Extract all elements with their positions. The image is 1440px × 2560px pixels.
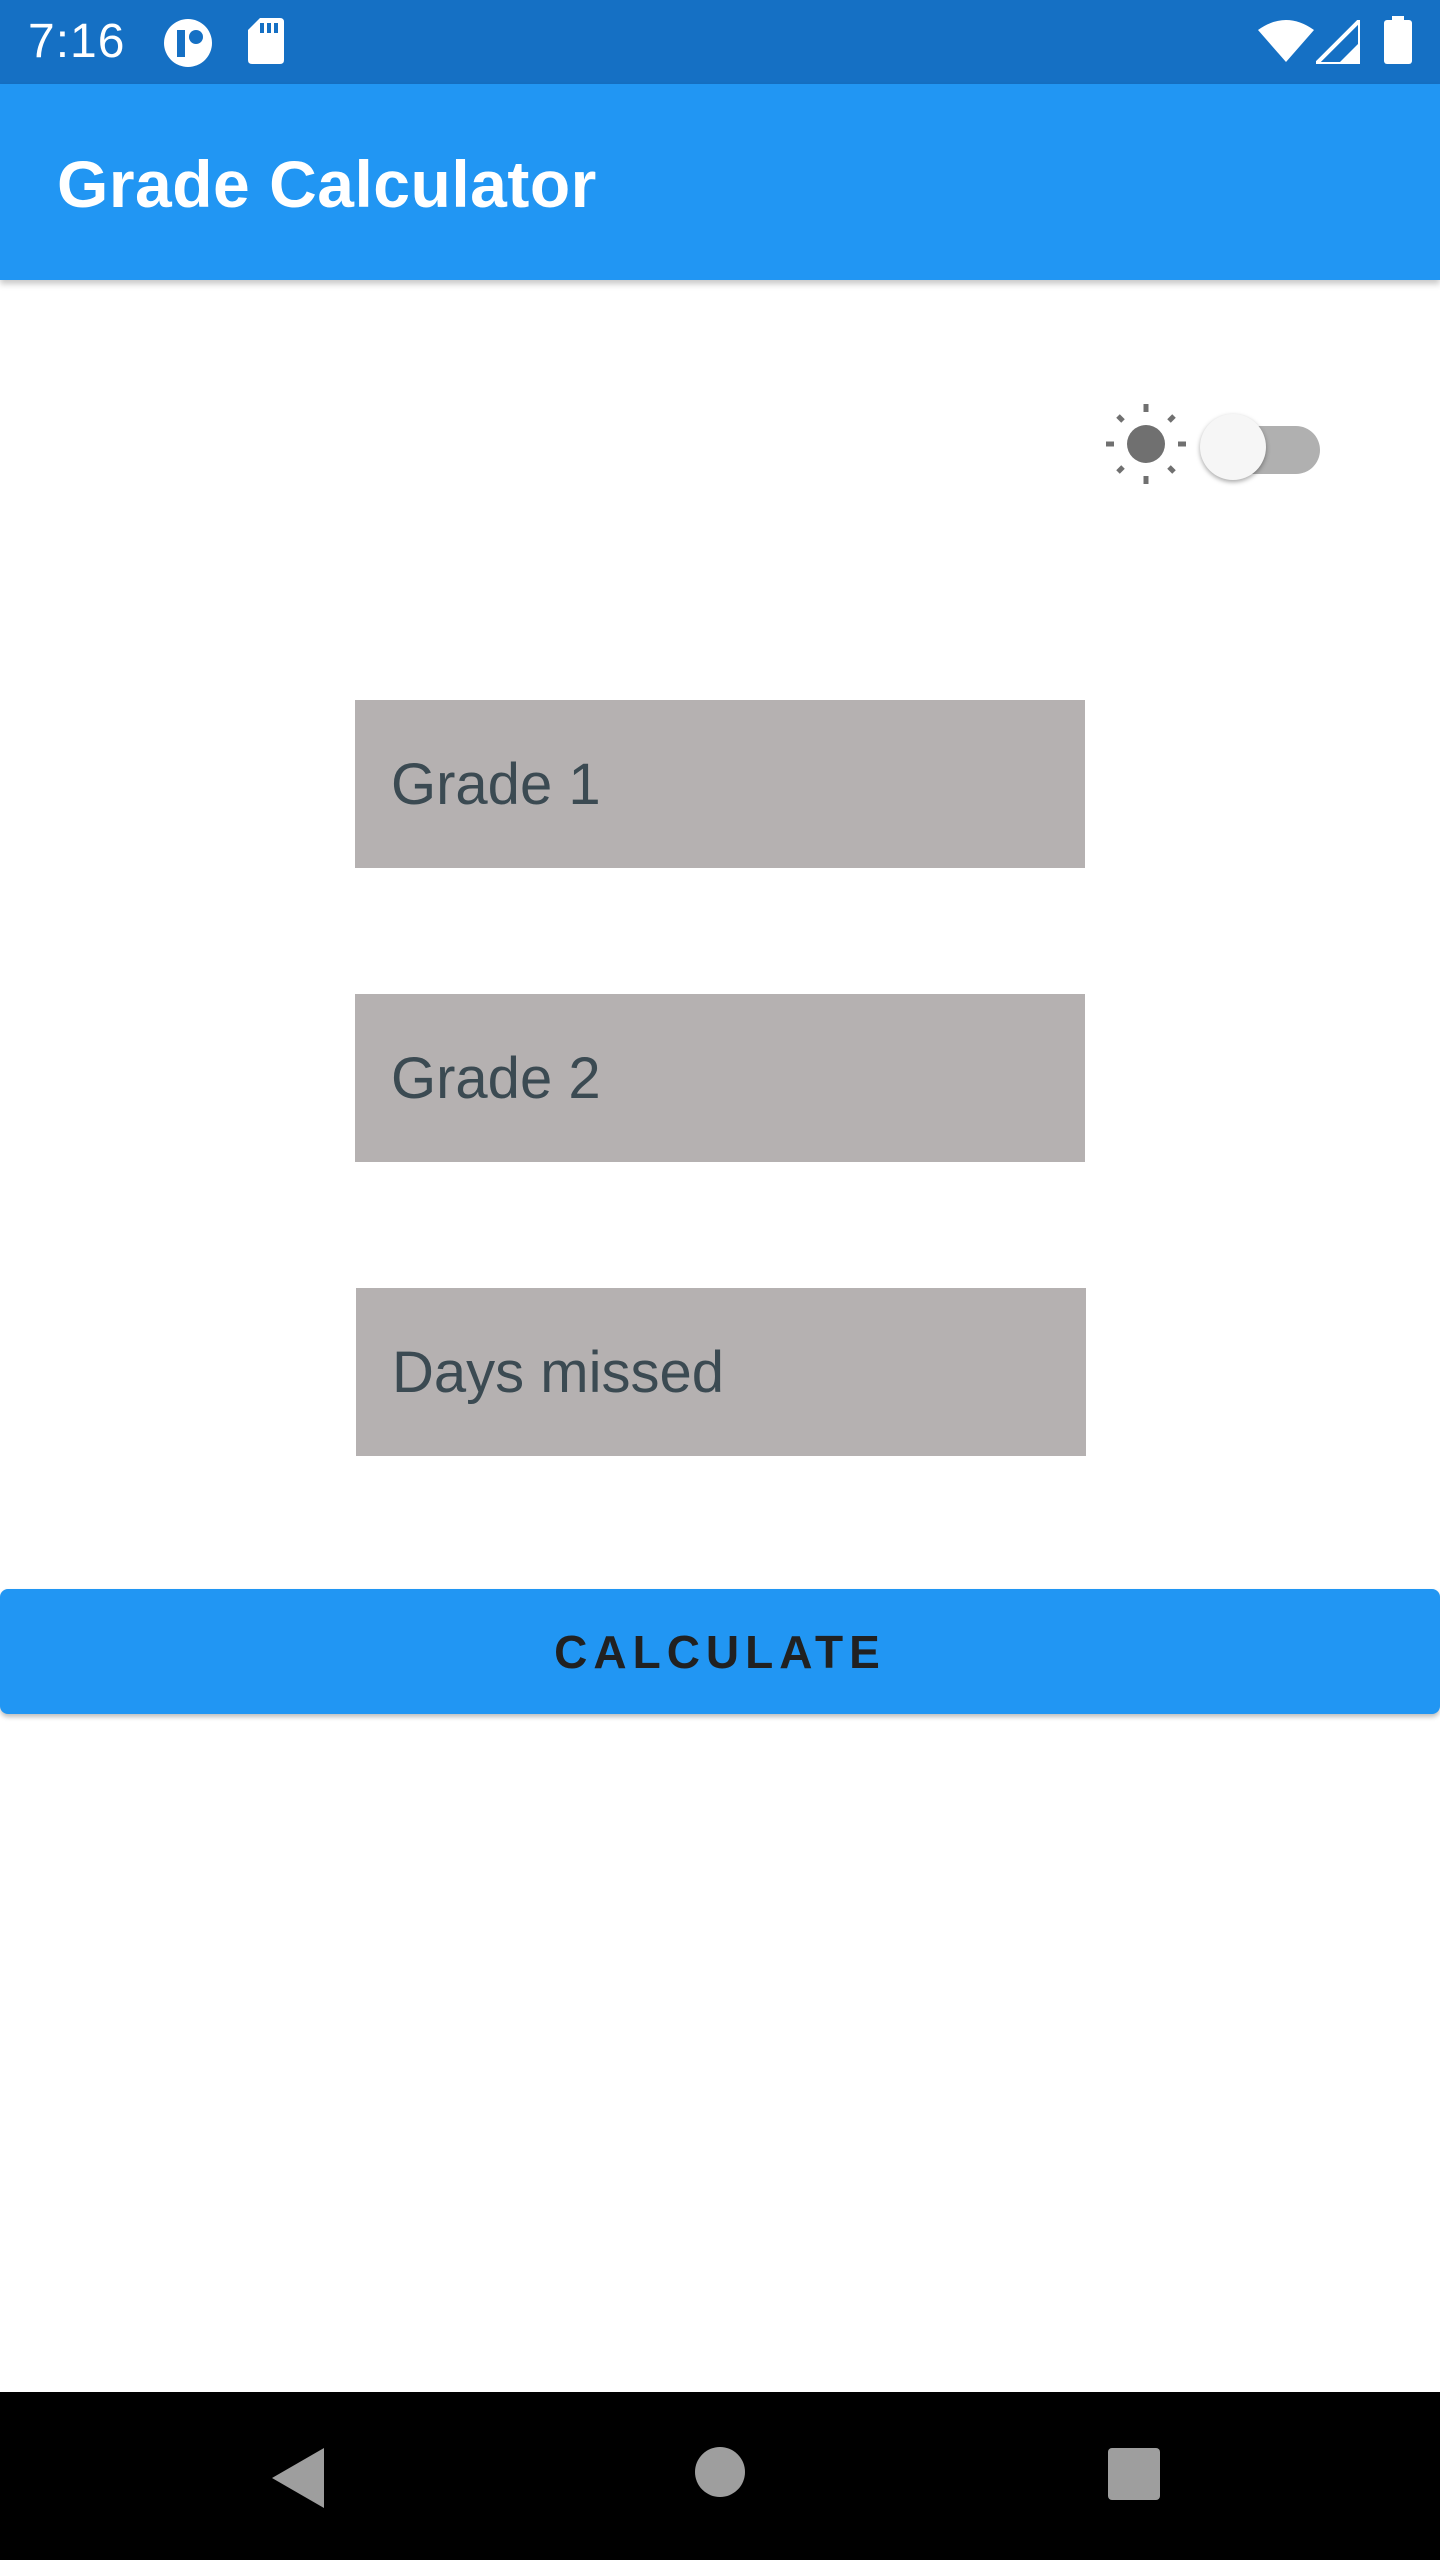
- status-bar: 7:16: [0, 0, 1440, 84]
- screen: 7:16 Grade Calculator Grade 1 Grade 2 Da…: [0, 0, 1440, 2560]
- toggle-thumb[interactable]: [1200, 414, 1266, 480]
- theme-toggle-switch[interactable]: [1200, 414, 1320, 480]
- grade-1-input[interactable]: [355, 700, 1085, 868]
- app-bar: Grade Calculator: [0, 84, 1440, 280]
- grade-2-input[interactable]: [355, 994, 1085, 1162]
- back-icon[interactable]: [272, 2446, 328, 2515]
- home-icon[interactable]: [694, 2446, 746, 2503]
- days-missed-input[interactable]: [356, 1288, 1086, 1456]
- cell-signal-icon: [1311, 15, 1362, 69]
- navigation-bar: [0, 2392, 1440, 2560]
- calculate-button[interactable]: CALCULATE: [0, 1589, 1440, 1714]
- sun-icon: [1106, 404, 1186, 489]
- sd-card-icon: [248, 18, 284, 69]
- app-notification-icon: [163, 18, 215, 73]
- battery-icon: [1384, 16, 1412, 69]
- app-title: Grade Calculator: [57, 147, 597, 221]
- status-time: 7:16: [28, 15, 126, 68]
- wifi-icon: [1258, 20, 1314, 67]
- recents-icon[interactable]: [1108, 2448, 1160, 2505]
